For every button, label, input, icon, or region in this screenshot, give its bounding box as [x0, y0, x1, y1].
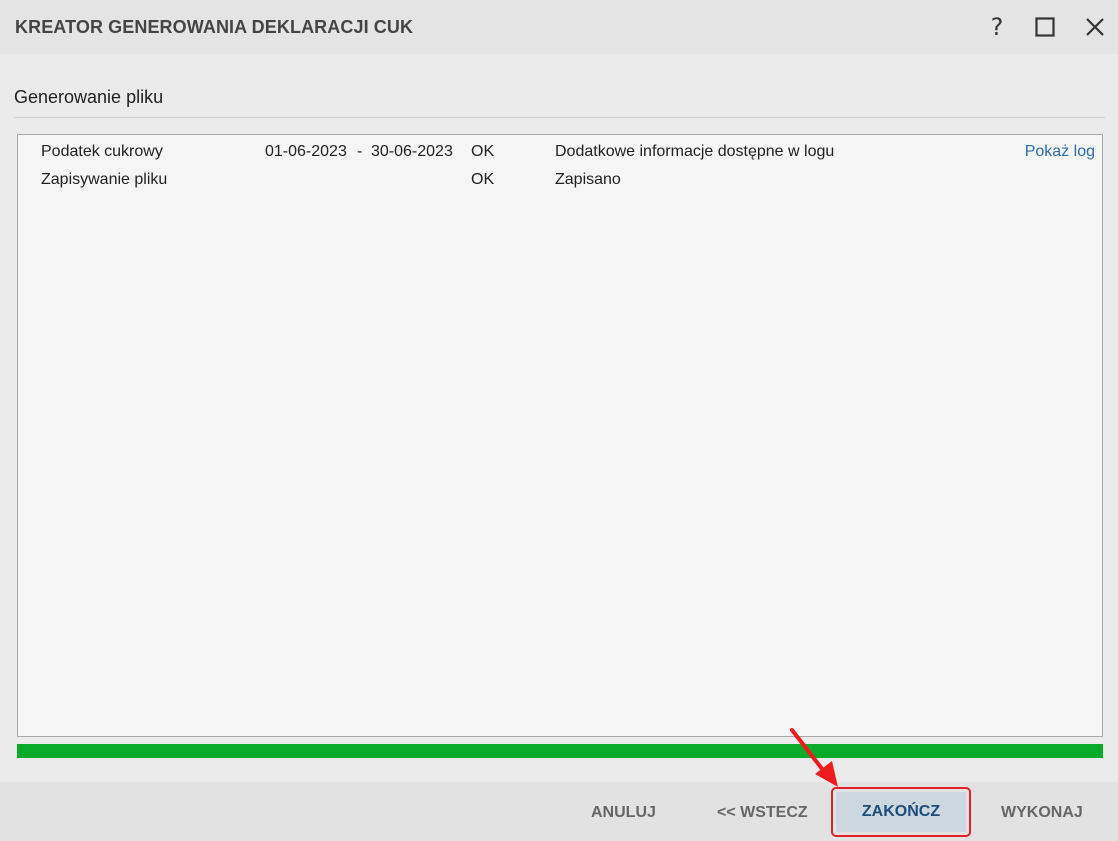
close-button[interactable] [1079, 10, 1111, 44]
footer-bar: ANULUJ << WSTECZ ZAKOŃCZ WYKONAJ [0, 782, 1118, 841]
title-bar: KREATOR GENEROWANIA DEKLARACJI CUK ? [0, 0, 1118, 54]
cancel-button[interactable]: ANULUJ [591, 804, 656, 822]
close-icon [1086, 18, 1104, 36]
progress-bar [17, 744, 1103, 758]
log-row-name: Podatek cukrowy [41, 143, 163, 160]
log-row-name: Zapisywanie pliku [41, 171, 168, 188]
back-button[interactable]: << WSTECZ [717, 804, 808, 822]
window-title: KREATOR GENEROWANIA DEKLARACJI CUK [15, 17, 414, 37]
divider [14, 117, 1105, 118]
log-row-status: OK [471, 143, 495, 160]
execute-button[interactable]: WYKONAJ [1001, 804, 1083, 822]
log-row: Zapisywanie pliku OK Zapisano [18, 171, 1102, 195]
maximize-icon [1035, 17, 1055, 37]
log-row-info: Dodatkowe informacje dostępne w logu [555, 143, 835, 160]
log-panel: Podatek cukrowy 01-06-2023 - 30-06-2023 … [17, 134, 1103, 737]
log-row-date-to: 30-06-2023 [371, 143, 453, 160]
help-button[interactable]: ? [981, 10, 1013, 44]
section-title: Generowanie pliku [14, 87, 164, 107]
show-log-link[interactable]: Pokaż log [1025, 143, 1095, 161]
log-row-date-separator: - [357, 143, 363, 160]
log-row-status: OK [471, 171, 495, 188]
progress-bar-fill [17, 744, 1103, 758]
maximize-button[interactable] [1029, 10, 1061, 44]
log-row: Podatek cukrowy 01-06-2023 - 30-06-2023 … [18, 143, 1102, 167]
log-row-info: Zapisano [555, 171, 621, 188]
log-row-date-from: 01-06-2023 [265, 143, 347, 160]
finish-button[interactable]: ZAKOŃCZ [836, 792, 966, 832]
finish-button-highlight[interactable]: ZAKOŃCZ [831, 787, 971, 837]
annotation-arrow-icon [790, 728, 838, 787]
